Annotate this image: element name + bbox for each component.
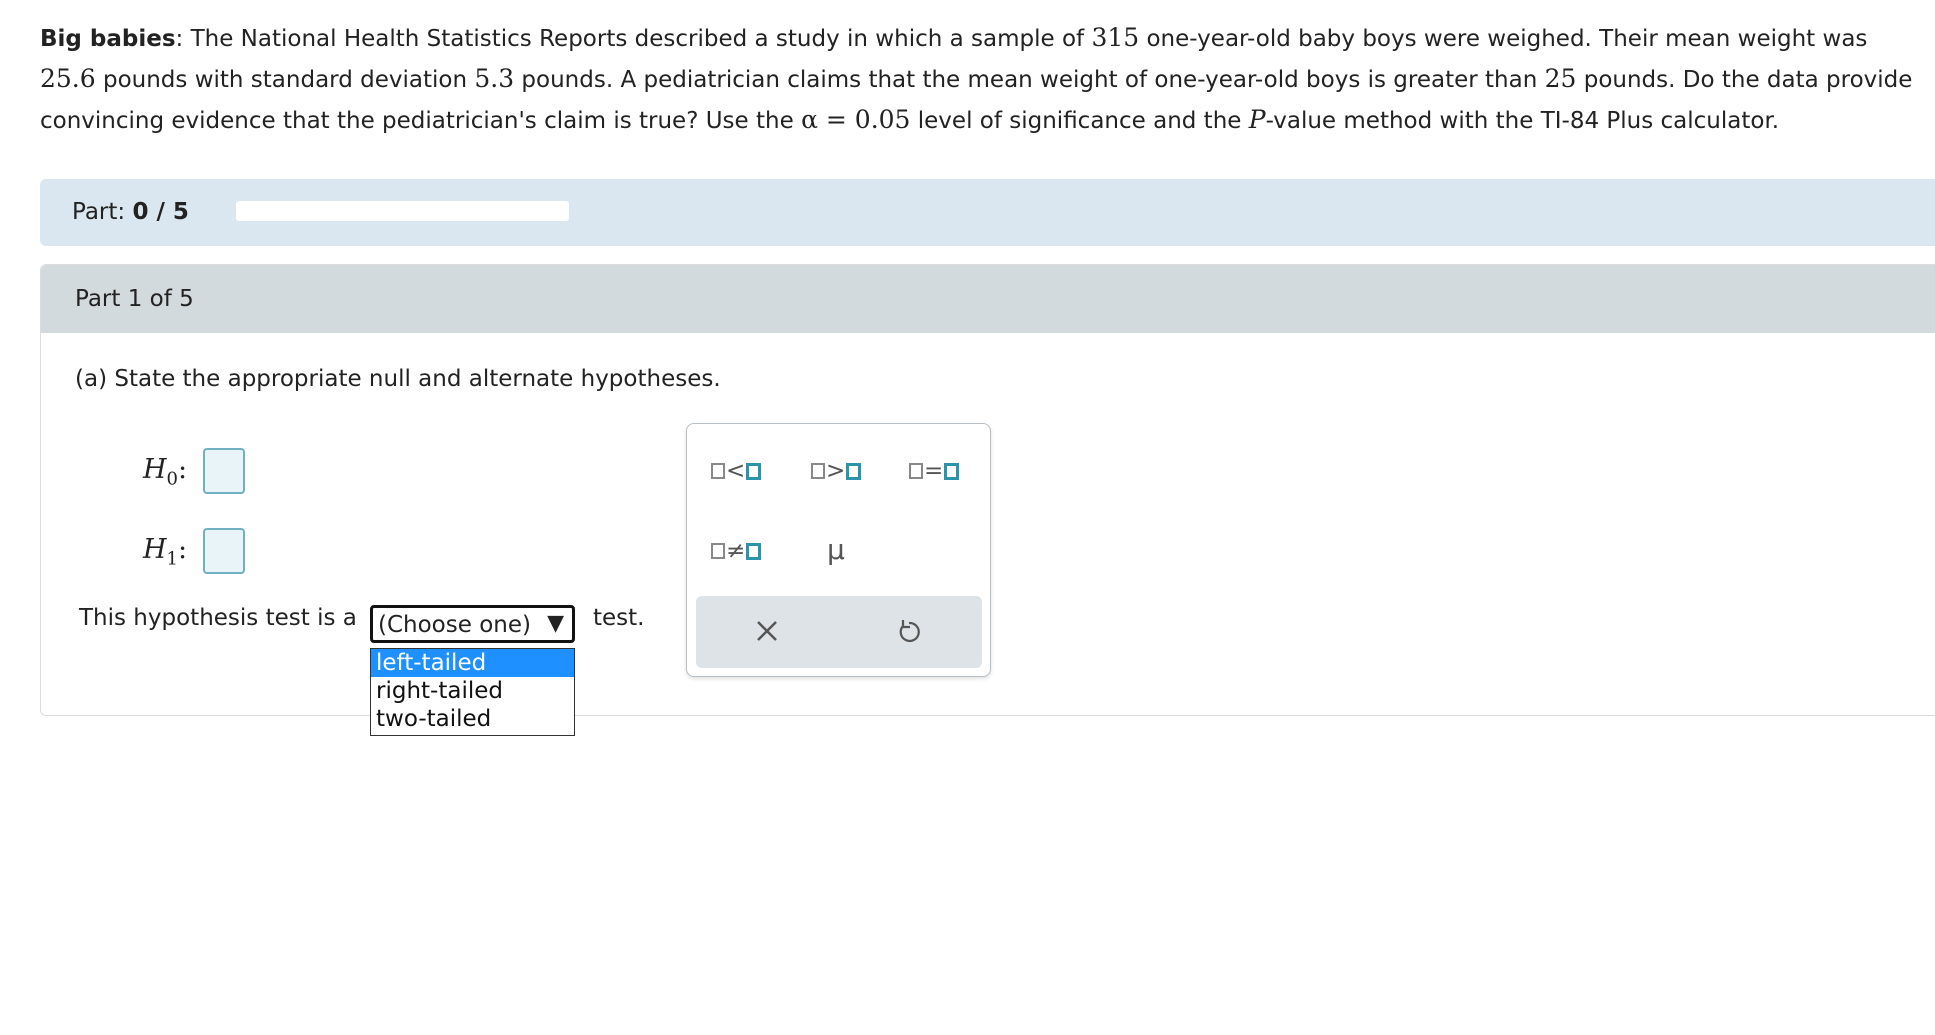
clear-button[interactable] [750, 614, 784, 648]
test-type-options: left-tailed right-tailed two-tailed [370, 648, 575, 736]
placeholder-box-icon [746, 542, 762, 560]
progress-value: 0 / 5 [132, 199, 189, 225]
placeholder-box-icon [846, 462, 862, 480]
sd-value: 5.3 [474, 64, 515, 93]
p-letter: P [1248, 105, 1266, 134]
test-type-suffix: test. [593, 605, 645, 631]
question-text: (a) State the appropriate null and alter… [75, 366, 721, 392]
part-header: Part 1 of 5 [41, 265, 1935, 333]
undo-button[interactable] [892, 614, 926, 648]
palette-footer [696, 596, 982, 668]
placeholder-box-icon [944, 462, 960, 480]
progress-label: Part: 0 / 5 [72, 199, 189, 225]
less-than-button[interactable]: < [711, 454, 762, 488]
progress-bar: Part: 0 / 5 [40, 179, 1935, 246]
problem-title: Big babies [40, 26, 176, 52]
mean-value: 25.6 [40, 64, 96, 93]
claim-value: 25 [1544, 64, 1577, 93]
alpha-expression: α = 0.05 [801, 105, 911, 134]
h0-label: H0: [143, 454, 188, 490]
select-value: (Choose one) [378, 612, 531, 638]
h1-input[interactable] [203, 528, 245, 574]
x-icon [757, 621, 777, 641]
sample-size: 315 [1091, 23, 1140, 52]
mu-button[interactable]: μ [827, 532, 845, 566]
math-palette: < > = ≠ μ [686, 423, 991, 677]
placeholder-box-icon [746, 462, 762, 480]
placeholder-box-icon [811, 463, 825, 479]
option-two-tailed[interactable]: two-tailed [371, 705, 574, 733]
option-right-tailed[interactable]: right-tailed [371, 677, 574, 705]
test-type-select[interactable]: (Choose one) ▼ [370, 605, 575, 643]
placeholder-box-icon [711, 463, 725, 479]
h0-input[interactable] [203, 448, 245, 494]
placeholder-box-icon [909, 463, 923, 479]
undo-icon [899, 620, 920, 643]
placeholder-box-icon [711, 543, 725, 559]
mu-symbol: μ [827, 532, 845, 566]
greater-than-button[interactable]: > [811, 454, 862, 488]
test-type-prefix: This hypothesis test is a [79, 605, 357, 631]
option-left-tailed[interactable]: left-tailed [371, 649, 574, 677]
part-title: Part 1 of 5 [75, 286, 194, 312]
progress-track [236, 201, 569, 221]
h1-label: H1: [143, 534, 188, 570]
chevron-down-icon: ▼ [547, 611, 564, 636]
not-equal-button[interactable]: ≠ [711, 534, 762, 568]
equals-button[interactable]: = [909, 454, 960, 488]
problem-statement: Big babies: The National Health Statisti… [40, 23, 1913, 134]
